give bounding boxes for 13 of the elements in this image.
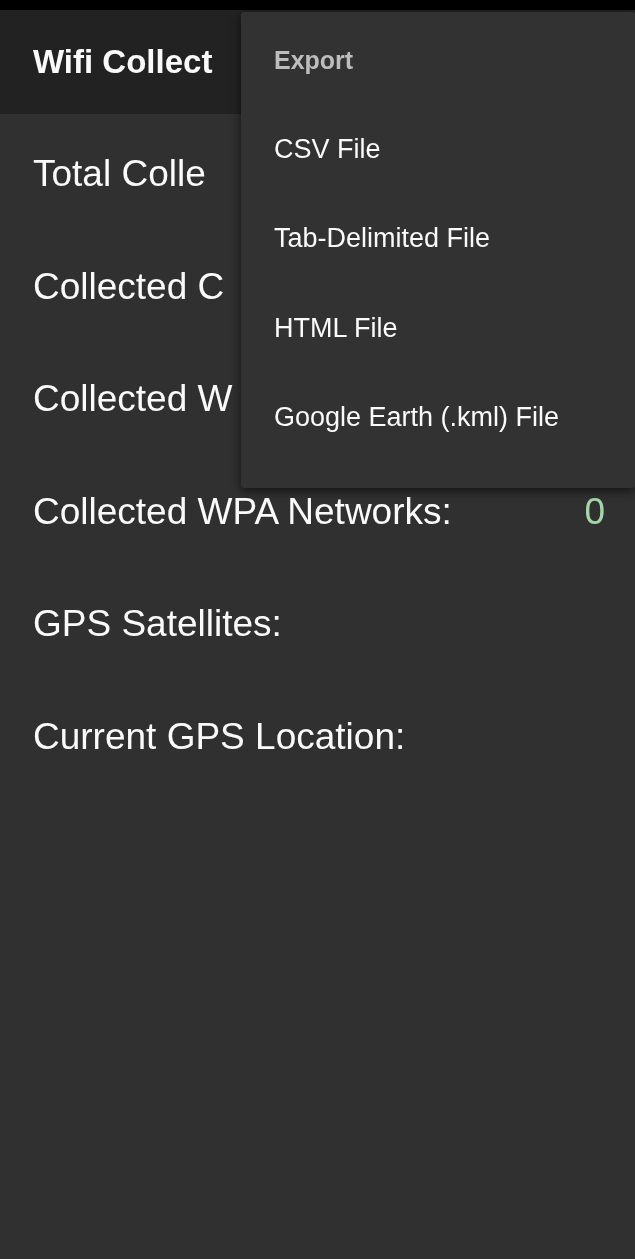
app-title: Wifi Collect (33, 43, 213, 81)
stat-label: Collected C (33, 264, 225, 309)
menu-item[interactable]: CSV File (274, 131, 381, 221)
menu-item[interactable]: Tab-Delimited File (274, 220, 491, 310)
stat-value: 0 (584, 489, 605, 534)
stat-label: Collected WPA Networks: (33, 489, 452, 534)
menu-item[interactable]: HTML File (274, 309, 398, 399)
stat-label: Current GPS Location: (33, 714, 406, 759)
menu-item[interactable]: Google Earth (.kml) File (274, 398, 560, 488)
stat-label: Collected W (33, 377, 233, 421)
menu-header: Export (274, 45, 354, 76)
stat-label: GPS Satellites: (33, 602, 282, 646)
stat-label: Total Colle (33, 152, 206, 196)
